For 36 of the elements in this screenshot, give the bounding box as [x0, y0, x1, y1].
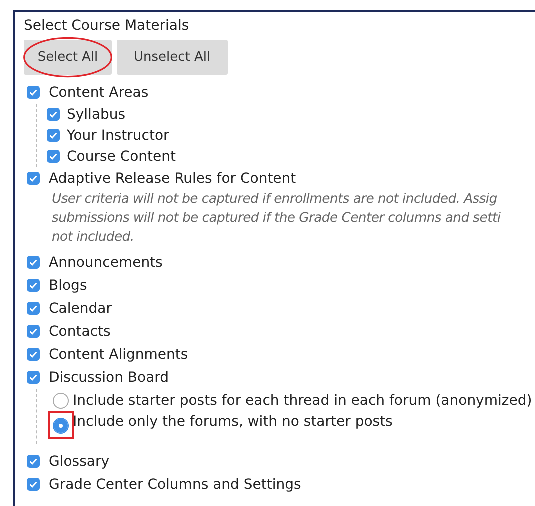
checkbox-label: Course Content [67, 148, 176, 164]
radio-label: Include starter posts for each thread in each forum (anonymized) [73, 392, 532, 408]
checkbox-label: Blogs [49, 278, 88, 294]
checkbox[interactable] [27, 302, 40, 315]
checkbox[interactable] [27, 325, 40, 338]
checkbox-label: Your Instructor [67, 128, 170, 144]
checkbox-label: Adaptive Release Rules for Content [49, 170, 296, 186]
action-button[interactable]: Unselect All [117, 40, 228, 75]
section-heading: Select Course Materials [24, 17, 190, 36]
checkbox[interactable] [47, 129, 60, 142]
checkbox[interactable] [27, 256, 40, 269]
radio-label: Include only the forums, with no starter posts [73, 414, 393, 430]
checkbox-label: Content Areas [49, 84, 149, 100]
checkbox-label: Announcements [49, 254, 163, 270]
checkbox-label: Discussion Board [49, 370, 170, 386]
checkbox[interactable] [27, 279, 40, 292]
checkbox[interactable] [47, 108, 60, 121]
checkbox[interactable] [27, 348, 40, 361]
radio-button[interactable] [53, 392, 69, 408]
checkbox-label: Glossary [49, 454, 110, 470]
checkbox[interactable] [27, 172, 40, 185]
checkbox[interactable] [27, 371, 40, 384]
checkbox[interactable] [27, 478, 40, 491]
action-button[interactable]: Select All [24, 40, 112, 75]
checkbox-label: Contacts [49, 324, 111, 340]
radio-button[interactable] [53, 418, 69, 434]
checkbox-label: Grade Center Columns and Settings [49, 476, 302, 492]
checkbox[interactable] [27, 455, 40, 468]
help-text: submissions will not be captured if the Grade Center columns and setti [52, 210, 502, 228]
checkbox-label: Calendar [49, 300, 112, 316]
checkbox[interactable] [47, 150, 60, 163]
help-text: not included. [52, 229, 136, 247]
checkbox-label: Content Alignments [49, 346, 188, 362]
help-text: User criteria will not be captured if enrollments are not included. Assig [52, 191, 498, 209]
checkbox[interactable] [27, 86, 40, 99]
checkbox-label: Syllabus [67, 106, 126, 122]
